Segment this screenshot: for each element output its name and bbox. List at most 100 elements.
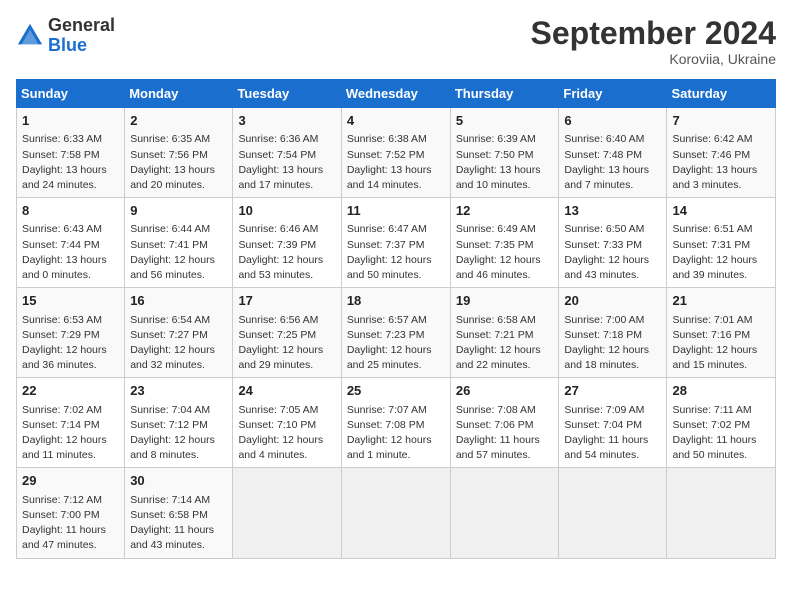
day-number: 28 xyxy=(672,382,770,400)
calendar-day-cell: 29 Sunrise: 7:12 AM Sunset: 7:00 PM Dayli… xyxy=(17,468,125,558)
day-info: Sunrise: 6:56 AM Sunset: 7:25 PM Dayligh… xyxy=(238,313,335,374)
day-number: 14 xyxy=(672,202,770,220)
day-number: 22 xyxy=(22,382,119,400)
calendar-day-cell: 18Sunrise: 6:57 AM Sunset: 7:23 PM Dayli… xyxy=(341,288,450,378)
day-info: Sunrise: 7:09 AM Sunset: 7:04 PM Dayligh… xyxy=(564,403,661,464)
day-number: 20 xyxy=(564,292,661,310)
day-info: Sunrise: 6:33 AM Sunset: 7:58 PM Dayligh… xyxy=(22,132,119,193)
day-number: 3 xyxy=(238,112,335,130)
day-number: 15 xyxy=(22,292,119,310)
location-subtitle: Koroviia, Ukraine xyxy=(531,51,776,67)
weekday-header-cell: Saturday xyxy=(667,80,776,108)
calendar-day-cell: 13 Sunrise: 6:50 AM Sunset: 7:33 PM Dayli… xyxy=(559,198,667,288)
calendar-week-row: 8 Sunrise: 6:43 AM Sunset: 7:44 PM Daylig… xyxy=(17,198,776,288)
calendar-day-cell: 23 Sunrise: 7:04 AM Sunset: 7:12 PM Dayli… xyxy=(125,378,233,468)
day-number: 30 xyxy=(130,472,227,490)
day-info: Sunrise: 6:47 AM Sunset: 7:37 PM Dayligh… xyxy=(347,222,445,283)
day-info: Sunrise: 6:36 AM Sunset: 7:54 PM Dayligh… xyxy=(238,132,335,193)
day-info: Sunrise: 6:53 AM Sunset: 7:29 PM Dayligh… xyxy=(22,313,119,374)
day-info: Sunrise: 7:04 AM Sunset: 7:12 PM Dayligh… xyxy=(130,403,227,464)
weekday-header-row: SundayMondayTuesdayWednesdayThursdayFrid… xyxy=(17,80,776,108)
calendar-body: 1Sunrise: 6:33 AM Sunset: 7:58 PM Daylig… xyxy=(17,108,776,558)
day-number: 9 xyxy=(130,202,227,220)
day-number: 25 xyxy=(347,382,445,400)
day-number: 19 xyxy=(456,292,554,310)
calendar-week-row: 1Sunrise: 6:33 AM Sunset: 7:58 PM Daylig… xyxy=(17,108,776,198)
calendar-week-row: 29 Sunrise: 7:12 AM Sunset: 7:00 PM Dayli… xyxy=(17,468,776,558)
calendar-day-cell: 1Sunrise: 6:33 AM Sunset: 7:58 PM Daylig… xyxy=(17,108,125,198)
calendar-day-cell: 21Sunrise: 7:01 AM Sunset: 7:16 PM Dayli… xyxy=(667,288,776,378)
calendar-day-cell: 25 Sunrise: 7:07 AM Sunset: 7:08 PM Dayli… xyxy=(341,378,450,468)
calendar-day-cell: 12Sunrise: 6:49 AM Sunset: 7:35 PM Dayli… xyxy=(450,198,559,288)
day-info: Sunrise: 7:02 AM Sunset: 7:14 PM Dayligh… xyxy=(22,403,119,464)
calendar-day-cell: 30 Sunrise: 7:14 AM Sunset: 6:58 PM Dayli… xyxy=(125,468,233,558)
day-info: Sunrise: 6:57 AM Sunset: 7:23 PM Dayligh… xyxy=(347,313,445,374)
day-number: 21 xyxy=(672,292,770,310)
day-info: Sunrise: 6:39 AM Sunset: 7:50 PM Dayligh… xyxy=(456,132,554,193)
day-number: 24 xyxy=(238,382,335,400)
day-info: Sunrise: 6:35 AM Sunset: 7:56 PM Dayligh… xyxy=(130,132,227,193)
logo: General Blue xyxy=(16,16,115,56)
day-info: Sunrise: 7:08 AM Sunset: 7:06 PM Dayligh… xyxy=(456,403,554,464)
calendar-day-cell: 6 Sunrise: 6:40 AM Sunset: 7:48 PM Daylig… xyxy=(559,108,667,198)
day-info: Sunrise: 7:05 AM Sunset: 7:10 PM Dayligh… xyxy=(238,403,335,464)
calendar-day-cell: 2 Sunrise: 6:35 AM Sunset: 7:56 PM Daylig… xyxy=(125,108,233,198)
calendar-day-cell: 11 Sunrise: 6:47 AM Sunset: 7:37 PM Dayli… xyxy=(341,198,450,288)
calendar-day-cell: 9 Sunrise: 6:44 AM Sunset: 7:41 PM Daylig… xyxy=(125,198,233,288)
day-info: Sunrise: 6:38 AM Sunset: 7:52 PM Dayligh… xyxy=(347,132,445,193)
weekday-header-cell: Wednesday xyxy=(341,80,450,108)
logo-icon xyxy=(16,22,44,50)
calendar-day-cell: 5 Sunrise: 6:39 AM Sunset: 7:50 PM Daylig… xyxy=(450,108,559,198)
calendar-day-cell: 17Sunrise: 6:56 AM Sunset: 7:25 PM Dayli… xyxy=(233,288,341,378)
day-info: Sunrise: 6:40 AM Sunset: 7:48 PM Dayligh… xyxy=(564,132,661,193)
day-number: 13 xyxy=(564,202,661,220)
calendar-week-row: 22 Sunrise: 7:02 AM Sunset: 7:14 PM Dayli… xyxy=(17,378,776,468)
day-number: 7 xyxy=(672,112,770,130)
day-number: 6 xyxy=(564,112,661,130)
day-number: 23 xyxy=(130,382,227,400)
calendar-day-cell: 22 Sunrise: 7:02 AM Sunset: 7:14 PM Dayli… xyxy=(17,378,125,468)
logo-text: General Blue xyxy=(48,16,115,56)
calendar-day-cell xyxy=(667,468,776,558)
day-number: 12 xyxy=(456,202,554,220)
calendar-week-row: 15 Sunrise: 6:53 AM Sunset: 7:29 PM Dayli… xyxy=(17,288,776,378)
calendar-day-cell: 14 Sunrise: 6:51 AM Sunset: 7:31 PM Dayli… xyxy=(667,198,776,288)
calendar-day-cell: 26Sunrise: 7:08 AM Sunset: 7:06 PM Dayli… xyxy=(450,378,559,468)
day-number: 16 xyxy=(130,292,227,310)
day-number: 27 xyxy=(564,382,661,400)
calendar-table: SundayMondayTuesdayWednesdayThursdayFrid… xyxy=(16,79,776,558)
day-number: 11 xyxy=(347,202,445,220)
calendar-day-cell xyxy=(559,468,667,558)
calendar-day-cell: 15 Sunrise: 6:53 AM Sunset: 7:29 PM Dayli… xyxy=(17,288,125,378)
day-number: 10 xyxy=(238,202,335,220)
day-info: Sunrise: 6:42 AM Sunset: 7:46 PM Dayligh… xyxy=(672,132,770,193)
day-number: 29 xyxy=(22,472,119,490)
month-title: September 2024 xyxy=(531,16,776,51)
calendar-day-cell xyxy=(341,468,450,558)
calendar-day-cell: 16Sunrise: 6:54 AM Sunset: 7:27 PM Dayli… xyxy=(125,288,233,378)
calendar-day-cell: 4Sunrise: 6:38 AM Sunset: 7:52 PM Daylig… xyxy=(341,108,450,198)
calendar-day-cell xyxy=(233,468,341,558)
day-info: Sunrise: 7:11 AM Sunset: 7:02 PM Dayligh… xyxy=(672,403,770,464)
day-info: Sunrise: 7:14 AM Sunset: 6:58 PM Dayligh… xyxy=(130,493,227,554)
day-info: Sunrise: 6:43 AM Sunset: 7:44 PM Dayligh… xyxy=(22,222,119,283)
day-info: Sunrise: 6:46 AM Sunset: 7:39 PM Dayligh… xyxy=(238,222,335,283)
day-info: Sunrise: 6:51 AM Sunset: 7:31 PM Dayligh… xyxy=(672,222,770,283)
calendar-day-cell: 20Sunrise: 7:00 AM Sunset: 7:18 PM Dayli… xyxy=(559,288,667,378)
calendar-day-cell: 27 Sunrise: 7:09 AM Sunset: 7:04 PM Dayli… xyxy=(559,378,667,468)
day-info: Sunrise: 6:50 AM Sunset: 7:33 PM Dayligh… xyxy=(564,222,661,283)
calendar-day-cell: 3 Sunrise: 6:36 AM Sunset: 7:54 PM Daylig… xyxy=(233,108,341,198)
day-number: 2 xyxy=(130,112,227,130)
calendar-day-cell: 28 Sunrise: 7:11 AM Sunset: 7:02 PM Dayli… xyxy=(667,378,776,468)
weekday-header-cell: Thursday xyxy=(450,80,559,108)
weekday-header-cell: Sunday xyxy=(17,80,125,108)
day-number: 5 xyxy=(456,112,554,130)
day-info: Sunrise: 7:07 AM Sunset: 7:08 PM Dayligh… xyxy=(347,403,445,464)
weekday-header-cell: Monday xyxy=(125,80,233,108)
page-header: General Blue September 2024 Koroviia, Uk… xyxy=(16,16,776,67)
calendar-day-cell: 19Sunrise: 6:58 AM Sunset: 7:21 PM Dayli… xyxy=(450,288,559,378)
day-info: Sunrise: 7:12 AM Sunset: 7:00 PM Dayligh… xyxy=(22,493,119,554)
calendar-day-cell: 8 Sunrise: 6:43 AM Sunset: 7:44 PM Daylig… xyxy=(17,198,125,288)
day-info: Sunrise: 6:44 AM Sunset: 7:41 PM Dayligh… xyxy=(130,222,227,283)
day-number: 8 xyxy=(22,202,119,220)
